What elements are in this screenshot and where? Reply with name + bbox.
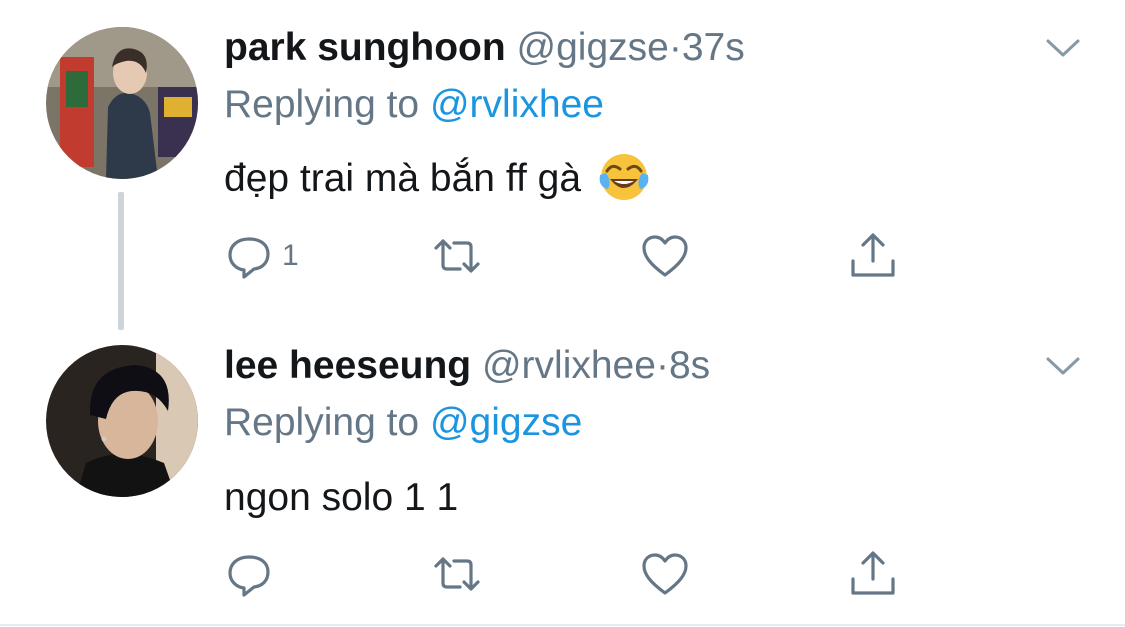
replying-to-label: Replying to xyxy=(224,401,420,444)
tweet-text-content: ngon solo 1 1 xyxy=(224,476,459,519)
tweet-text: ngon solo 1 1 xyxy=(224,475,458,521)
tweet-actions: 1 xyxy=(224,228,924,284)
reply-button[interactable]: 1 xyxy=(224,228,299,284)
display-name[interactable]: park sunghoon xyxy=(224,26,506,69)
tweet-header: lee heeseung @rvlixhee·8s xyxy=(224,343,710,389)
user-handle[interactable]: @rvlixhee xyxy=(482,344,656,387)
chevron-down-icon[interactable] xyxy=(1045,354,1081,378)
tweet-actions xyxy=(224,546,924,602)
tweet-header: park sunghoon @gigzse·37s xyxy=(224,25,745,71)
tweet-text-content: đẹp trai mà bắn ff gà xyxy=(224,157,582,200)
replying-to-handle[interactable]: @gigzse xyxy=(430,401,582,444)
replying-to: Replying to @rvlixhee xyxy=(224,82,604,128)
reply-count: 1 xyxy=(282,239,299,272)
user-handle[interactable]: @gigzse xyxy=(517,26,669,69)
chevron-down-icon[interactable] xyxy=(1045,36,1081,60)
retweet-icon xyxy=(434,239,480,273)
share-icon xyxy=(851,233,895,277)
like-button[interactable] xyxy=(640,228,690,284)
share-icon xyxy=(851,551,895,595)
retweet-icon xyxy=(434,557,480,591)
avatar[interactable] xyxy=(46,27,198,179)
reply-button[interactable] xyxy=(224,546,274,602)
tweet[interactable]: lee heeseung @rvlixhee·8s Replying to @g… xyxy=(0,330,1125,625)
reply-icon xyxy=(228,237,270,279)
display-name[interactable]: lee heeseung xyxy=(224,344,471,387)
timestamp[interactable]: 8s xyxy=(669,344,710,387)
retweet-button[interactable] xyxy=(432,228,482,284)
face-with-tears-of-joy-icon xyxy=(599,153,649,200)
replying-to: Replying to @gigzse xyxy=(224,400,582,446)
tweet[interactable]: park sunghoon @gigzse·37s Replying to @r… xyxy=(0,0,1125,330)
replying-to-handle[interactable]: @rvlixhee xyxy=(430,83,604,126)
tweet-text: đẹp trai mà bắn ff gà xyxy=(224,153,650,203)
heart-icon xyxy=(642,553,688,595)
timestamp[interactable]: 37s xyxy=(682,26,745,69)
separator-dot: · xyxy=(668,26,682,69)
retweet-button[interactable] xyxy=(432,546,482,602)
heart-icon xyxy=(642,235,688,277)
like-button[interactable] xyxy=(640,546,690,602)
separator-dot: · xyxy=(655,344,669,387)
share-button[interactable] xyxy=(848,546,898,602)
thread-line xyxy=(118,192,124,330)
share-button[interactable] xyxy=(848,228,898,284)
replying-to-label: Replying to xyxy=(224,83,420,126)
avatar[interactable] xyxy=(46,345,198,497)
reply-icon xyxy=(228,555,270,597)
divider xyxy=(0,624,1125,626)
